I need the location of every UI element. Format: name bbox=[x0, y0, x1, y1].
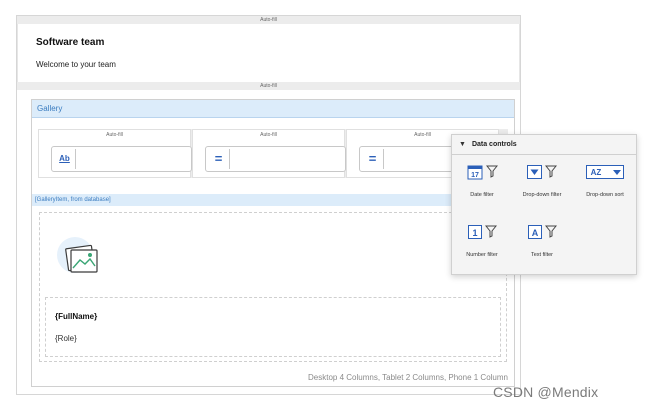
number-icon: 1 bbox=[467, 224, 482, 244]
chevron-down-icon[interactable]: ▼ bbox=[459, 135, 466, 155]
gallery-title[interactable]: Gallery bbox=[32, 100, 514, 118]
autofill-bar-top: Auto-fill bbox=[17, 16, 520, 24]
filter-cell-autofill: Auto-fill bbox=[106, 132, 123, 138]
funnel-icon bbox=[485, 165, 498, 183]
header-block[interactable]: Software team Welcome to your team bbox=[17, 24, 520, 82]
svg-text:17: 17 bbox=[471, 172, 479, 179]
tool-text-filter[interactable]: A Text filter bbox=[512, 224, 572, 258]
tool-label: Drop-down sort bbox=[586, 192, 624, 198]
text-icon: A bbox=[527, 224, 542, 244]
ab-icon: Ab bbox=[54, 149, 76, 169]
data-controls-panel: ▼ Data controls 17 Date filter Drop-down… bbox=[451, 134, 637, 275]
welcome-text[interactable]: Welcome to your team bbox=[36, 60, 116, 69]
funnel-icon bbox=[544, 225, 557, 243]
tool-dropdown-filter[interactable]: Drop-down filter bbox=[512, 164, 572, 198]
svg-text:1: 1 bbox=[472, 228, 477, 238]
page-title[interactable]: Software team bbox=[36, 37, 104, 48]
calendar-icon: 17 bbox=[467, 164, 483, 185]
sort-az-icon: AZ bbox=[586, 164, 624, 184]
tool-number-filter[interactable]: 1 Number filter bbox=[452, 224, 512, 258]
watermark: CSDN @Mendix bbox=[493, 384, 599, 400]
equals-icon: = bbox=[362, 149, 384, 169]
tool-label: Drop-down filter bbox=[522, 192, 562, 198]
gallery-filters-row: Auto-fill Ab Auto-fill = Auto-fill = bbox=[38, 129, 508, 178]
funnel-icon bbox=[544, 165, 558, 183]
filter-cell-autofill: Auto-fill bbox=[260, 132, 277, 138]
svg-text:A: A bbox=[531, 228, 538, 238]
data-controls-title: Data controls bbox=[471, 141, 517, 148]
svg-text:AZ: AZ bbox=[591, 168, 602, 177]
column-settings-note: Desktop 4 Columns, Tablet 2 Columns, Pho… bbox=[308, 373, 508, 382]
number-filter-field[interactable]: = bbox=[205, 146, 346, 172]
page-canvas: Auto-fill Software team Welcome to your … bbox=[16, 15, 521, 395]
equals-icon: = bbox=[208, 149, 230, 169]
filter-cell-1[interactable]: Auto-fill Ab bbox=[38, 129, 192, 178]
gallery-widget[interactable]: Gallery Auto-fill Ab Auto-fill = Auto-fi… bbox=[31, 99, 515, 387]
gallery-item-card[interactable]: {FullName} {Role} bbox=[45, 297, 501, 357]
image-placeholder-icon[interactable] bbox=[55, 233, 105, 279]
tool-dropdown-sort[interactable]: AZ Drop-down sort bbox=[572, 164, 638, 198]
dropdown-icon bbox=[527, 164, 542, 184]
gallery-section: Auto-fill Gallery Auto-fill Ab Auto-fill… bbox=[17, 82, 520, 394]
autofill-bar-second: Auto-fill bbox=[17, 82, 520, 90]
tool-label: Text filter bbox=[530, 252, 553, 258]
tool-label: Date filter bbox=[470, 192, 494, 198]
tool-date-filter[interactable]: 17 Date filter bbox=[452, 165, 512, 198]
gallery-item-label[interactable]: [GalleryItem, from database] bbox=[32, 194, 514, 206]
tool-label: Number filter bbox=[466, 252, 498, 258]
data-controls-header[interactable]: ▼ Data controls bbox=[452, 135, 636, 155]
text-filter-field[interactable]: Ab bbox=[51, 146, 192, 172]
funnel-icon bbox=[484, 225, 497, 243]
filter-cell-2[interactable]: Auto-fill = bbox=[192, 129, 346, 178]
fullname-text[interactable]: {FullName} bbox=[55, 312, 97, 321]
gallery-item[interactable]: {FullName} {Role} bbox=[39, 212, 507, 362]
role-text[interactable]: {Role} bbox=[55, 334, 77, 343]
